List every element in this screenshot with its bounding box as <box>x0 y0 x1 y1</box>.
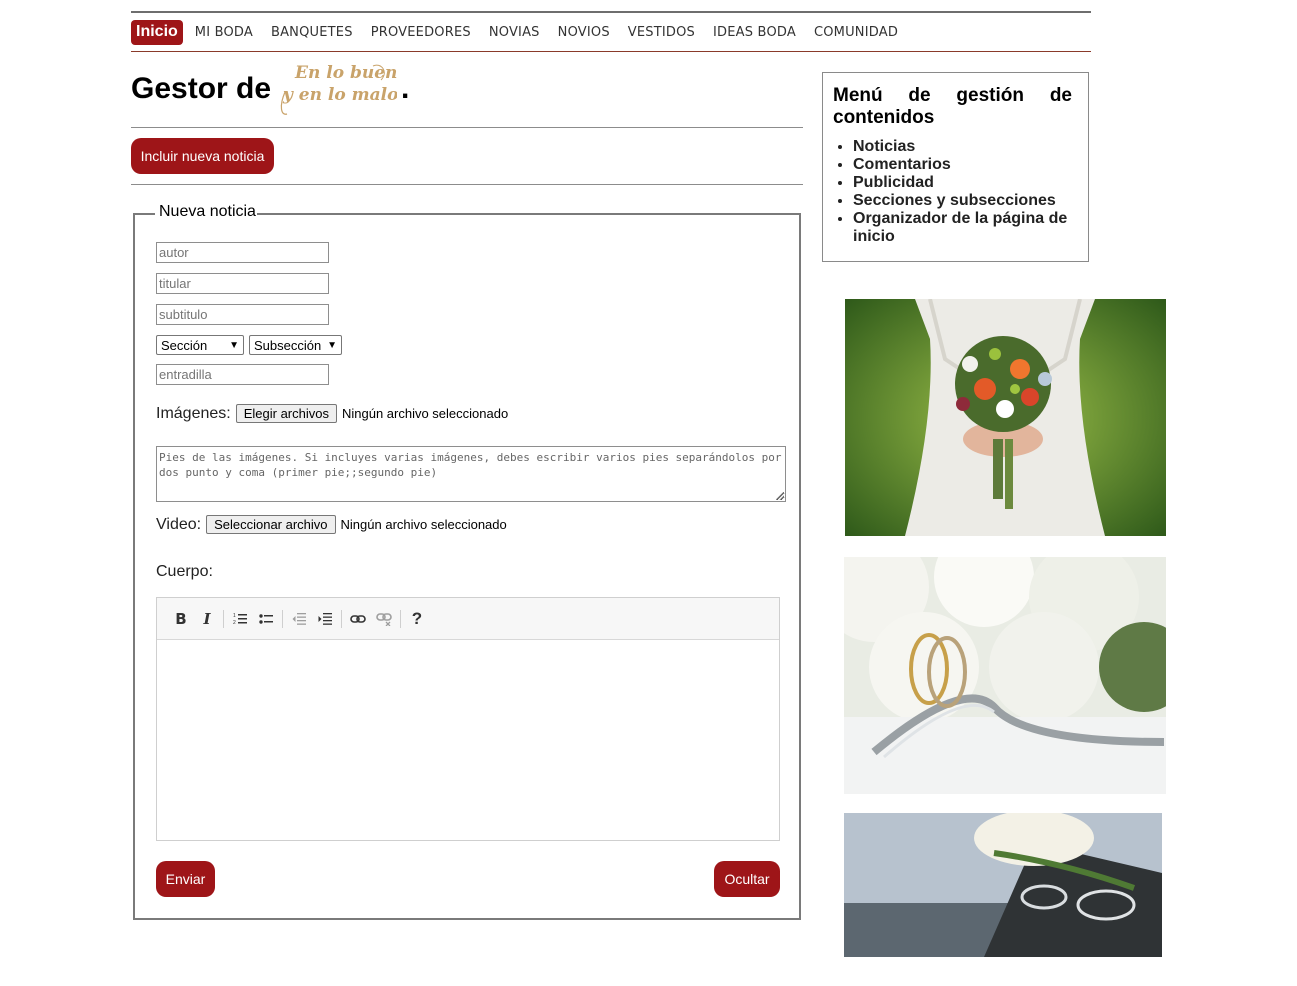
toolbar-separator <box>282 609 283 628</box>
editor-body[interactable] <box>157 640 779 840</box>
nav-item-vestidos[interactable]: VESTIDOS <box>628 25 695 40</box>
help-icon[interactable]: ? <box>407 609 427 629</box>
choose-images-button[interactable]: Elegir archivos <box>235 404 337 423</box>
nav-item-mi-boda[interactable]: MI BODA <box>195 25 253 40</box>
link-icon[interactable] <box>348 609 368 629</box>
add-news-button[interactable]: Incluir nueva noticia <box>131 138 274 174</box>
side-menu-title: Menú de gestión de contenidos <box>833 85 1072 128</box>
headline-input[interactable] <box>156 273 329 294</box>
nav-item-novios[interactable]: NOVIOS <box>558 25 610 40</box>
news-form: Nueva noticia Sección ▼ Subsección ▼ Imá… <box>133 203 801 920</box>
subsection-select[interactable]: Subsección ▼ <box>249 335 342 355</box>
rich-text-editor: B I 12 ? <box>156 597 780 841</box>
divider <box>131 184 803 185</box>
nav-item-novias[interactable]: NOVIAS <box>489 25 540 40</box>
bride-bouquet-photo <box>845 299 1166 536</box>
nav-item-banquetes[interactable]: BANQUETES <box>271 25 353 40</box>
form-legend: Nueva noticia <box>158 203 257 221</box>
side-menu-item-publicidad[interactable]: Publicidad <box>853 174 1072 192</box>
editor-toolbar: B I 12 ? <box>157 598 779 640</box>
nav-item-comunidad[interactable]: COMUNIDAD <box>814 25 898 40</box>
svg-text:1: 1 <box>233 613 236 619</box>
side-menu-item-comentarios[interactable]: Comentarios <box>853 156 1072 174</box>
lead-input[interactable] <box>156 364 329 385</box>
outdent-icon[interactable] <box>289 609 309 629</box>
images-upload-row: Imágenes: Elegir archivos Ningún archivo… <box>156 404 508 423</box>
subtitle-input[interactable] <box>156 304 329 325</box>
chevron-down-icon: ▼ <box>229 339 239 351</box>
image-captions-placeholder: Pies de las imágenes. Si incluyes varias… <box>159 451 782 479</box>
resize-handle-icon[interactable] <box>776 492 784 500</box>
side-menu-item-noticias[interactable]: Noticias <box>853 138 1072 156</box>
side-menu-item-organizador[interactable]: Organizador de la página de inicio <box>853 210 1072 246</box>
video-label: Video: <box>156 515 202 533</box>
video-upload-row: Video: Seleccionar archivo Ningún archiv… <box>156 515 507 534</box>
nav-item-ideas-boda[interactable]: IDEAS BODA <box>713 25 796 40</box>
send-button[interactable]: Enviar <box>156 861 215 897</box>
toolbar-separator <box>223 609 224 628</box>
page-title-suffix: . <box>401 72 410 105</box>
images-label: Imágenes: <box>156 404 231 422</box>
logo-line-2: y en lo malo <box>282 85 397 105</box>
subsection-select-value: Subsección <box>254 337 322 353</box>
svg-text:2: 2 <box>233 620 236 626</box>
italic-icon[interactable]: I <box>197 609 217 629</box>
section-select-value: Sección <box>161 337 208 353</box>
choose-video-button[interactable]: Seleccionar archivo <box>206 515 336 534</box>
page-title-prefix: Gestor de <box>131 72 272 105</box>
unlink-icon[interactable] <box>374 609 394 629</box>
nav-item-proveedores[interactable]: PROVEEDORES <box>371 25 471 40</box>
bullet-list-icon[interactable] <box>256 609 276 629</box>
wedding-rings-roses-photo <box>844 557 1166 794</box>
side-menu-list: Noticias Comentarios Publicidad Seccione… <box>833 138 1072 246</box>
hide-button[interactable]: Ocultar <box>714 861 780 897</box>
bold-icon[interactable]: B <box>171 609 191 629</box>
section-select[interactable]: Sección ▼ <box>156 335 244 355</box>
page-title: Gestor de En lo bueno y en lo malo . <box>131 58 409 120</box>
ordered-list-icon[interactable]: 12 <box>230 609 250 629</box>
chevron-down-icon: ▼ <box>327 339 337 351</box>
indent-icon[interactable] <box>315 609 335 629</box>
images-status: Ningún archivo seleccionado <box>341 406 509 421</box>
divider <box>131 127 803 128</box>
video-status: Ningún archivo seleccionado <box>340 517 507 532</box>
side-menu-item-secciones[interactable]: Secciones y subsecciones <box>853 192 1072 210</box>
site-logo: En lo bueno y en lo malo <box>280 63 397 115</box>
body-label: Cuerpo: <box>156 563 213 580</box>
toolbar-separator <box>400 609 401 628</box>
nav-item-inicio[interactable]: Inicio <box>131 19 183 45</box>
author-input[interactable] <box>156 242 329 263</box>
rings-white-rose-photo <box>844 813 1162 957</box>
content-management-menu: Menú de gestión de contenidos Noticias C… <box>822 72 1089 262</box>
toolbar-separator <box>341 609 342 628</box>
top-navigation: Inicio MI BODA BANQUETES PROVEEDORES NOV… <box>131 11 1091 52</box>
image-captions-textarea[interactable]: Pies de las imágenes. Si incluyes varias… <box>156 446 786 502</box>
